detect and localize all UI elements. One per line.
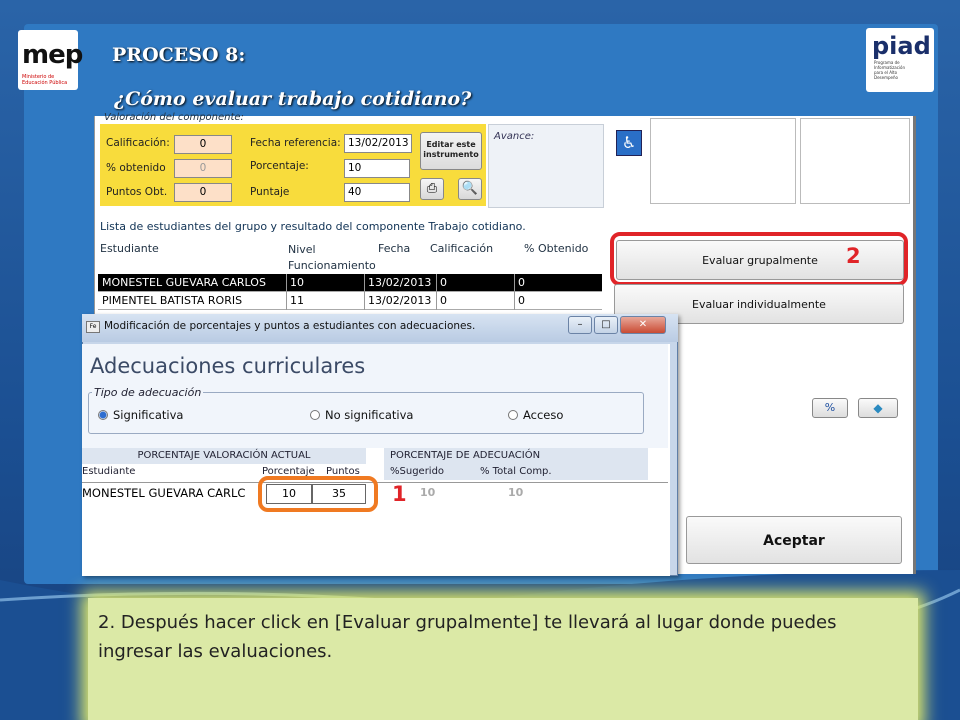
- tipo-adecuacion-label: Tipo de adecuación: [92, 386, 204, 399]
- avance-label: Avance:: [494, 131, 535, 142]
- highlight-grupal: [610, 232, 908, 286]
- cell-estudiante: PIMENTEL BATISTA RORIS: [102, 294, 243, 307]
- fecha-field[interactable]: 13/02/2013: [344, 134, 412, 153]
- cell-nivel: 10: [290, 276, 304, 289]
- radio-label: Significativa: [113, 408, 184, 422]
- col-total: % Total Comp.: [480, 466, 552, 477]
- header-nivel: Nivel Funcionamiento: [288, 243, 376, 272]
- dialog-row-name: MONESTEL GUEVARA CARLC: [82, 486, 246, 500]
- col-estudiante: Estudiante: [82, 466, 136, 477]
- porcentaje-field[interactable]: 10: [344, 159, 410, 178]
- right-panel-2: [800, 118, 910, 204]
- header-calificacion: Calificación: [430, 242, 494, 255]
- radio-label: Acceso: [523, 408, 564, 422]
- maximize-icon[interactable]: □: [594, 316, 618, 334]
- total-value: 10: [508, 486, 524, 499]
- calificacion-label: Calificación:: [106, 137, 170, 149]
- highlight-cells: [258, 476, 378, 512]
- right-panel-1: [650, 118, 796, 204]
- accessibility-icon[interactable]: ♿: [616, 130, 642, 156]
- cell-obtenido: 0: [518, 294, 525, 307]
- puntos-field[interactable]: 0: [174, 183, 232, 202]
- percent-icon[interactable]: %: [812, 398, 848, 418]
- cell-calificacion: 0: [440, 294, 447, 307]
- pct-adecuacion-header: PORCENTAJE DE ADECUACIÓN: [384, 448, 648, 464]
- piad-logo-subtext: Programa de Informatización para el Alto…: [874, 60, 906, 80]
- aceptar-button[interactable]: Aceptar: [686, 516, 902, 564]
- close-icon[interactable]: ✕: [620, 316, 666, 334]
- puntaje-label: Puntaje: [250, 186, 290, 198]
- preview-icon[interactable]: 🔍: [458, 178, 482, 200]
- section-label: Valoración del componente:: [104, 112, 244, 123]
- app-icon: Fe: [86, 321, 100, 333]
- mep-logo-subtext: Ministerio de Educación Pública: [22, 74, 68, 86]
- dialog-title: Modificación de porcentajes y puntos a e…: [104, 320, 476, 332]
- mep-logo-text: mep: [22, 40, 83, 70]
- col-sugerido: %Sugerido: [390, 466, 445, 477]
- cell-nivel: 11: [290, 294, 304, 307]
- annotation-2: 2: [846, 244, 861, 268]
- slide-title: PROCESO 8:: [112, 44, 246, 66]
- puntaje-field[interactable]: 40: [344, 183, 410, 202]
- cell-fecha: 13/02/2013: [368, 276, 432, 289]
- editar-instrumento-button[interactable]: Editar este instrumento: [420, 132, 482, 170]
- header-fecha: Fecha: [378, 242, 411, 255]
- minimize-icon[interactable]: –: [568, 316, 592, 334]
- radio-no-significativa[interactable]: No significativa: [310, 408, 413, 422]
- table-row[interactable]: PIMENTEL BATISTA RORIS 11 13/02/2013 0 0: [98, 292, 602, 310]
- fecha-label: Fecha referencia:: [250, 137, 341, 149]
- list-caption: Lista de estudiantes del grupo y resulta…: [100, 220, 526, 233]
- dialog-heading: Adecuaciones curriculares: [90, 354, 366, 378]
- table-header: Estudiante Nivel Funcionamiento Fecha Ca…: [98, 240, 602, 272]
- radio-label: No significativa: [325, 408, 414, 422]
- print-icon[interactable]: ⎙: [420, 178, 444, 200]
- eraser-icon[interactable]: ◆: [858, 398, 898, 418]
- obtenido-label: % obtenido: [106, 162, 166, 174]
- header-estudiante: Estudiante: [100, 242, 159, 255]
- note-text: 2. Después hacer click en [Evaluar grupa…: [98, 612, 837, 662]
- radio-acceso[interactable]: Acceso: [508, 408, 563, 422]
- header-obtenido: % Obtenido: [524, 242, 589, 255]
- sugerido-value: 10: [420, 486, 436, 499]
- radio-icon: [310, 410, 320, 420]
- cell-calificacion: 0: [440, 276, 447, 289]
- piad-logo: piad Programa de Informatización para el…: [866, 28, 934, 92]
- porcentaje-label: Porcentaje:: [250, 160, 309, 172]
- annotation-1: 1: [392, 482, 407, 506]
- obtenido-field[interactable]: 0: [174, 159, 232, 178]
- calificacion-field[interactable]: 0: [174, 135, 232, 154]
- cell-obtenido: 0: [518, 276, 525, 289]
- puntos-label: Puntos Obt.: [106, 186, 168, 198]
- mep-logo: mep Ministerio de Educación Pública: [18, 30, 83, 90]
- cell-fecha: 13/02/2013: [368, 294, 432, 307]
- piad-logo-text: piad: [872, 32, 931, 60]
- slide-subtitle: ¿Cómo evaluar trabajo cotidiano?: [114, 88, 472, 110]
- radio-icon: [508, 410, 518, 420]
- radio-significativa[interactable]: Significativa: [98, 408, 183, 422]
- cell-estudiante: MONESTEL GUEVARA CARLOS: [102, 276, 266, 289]
- pct-actual-header: PORCENTAJE VALORACIÓN ACTUAL: [82, 448, 366, 464]
- table-row[interactable]: MONESTEL GUEVARA CARLOS 10 13/02/2013 0 …: [98, 274, 602, 292]
- radio-selected-icon: [98, 410, 108, 420]
